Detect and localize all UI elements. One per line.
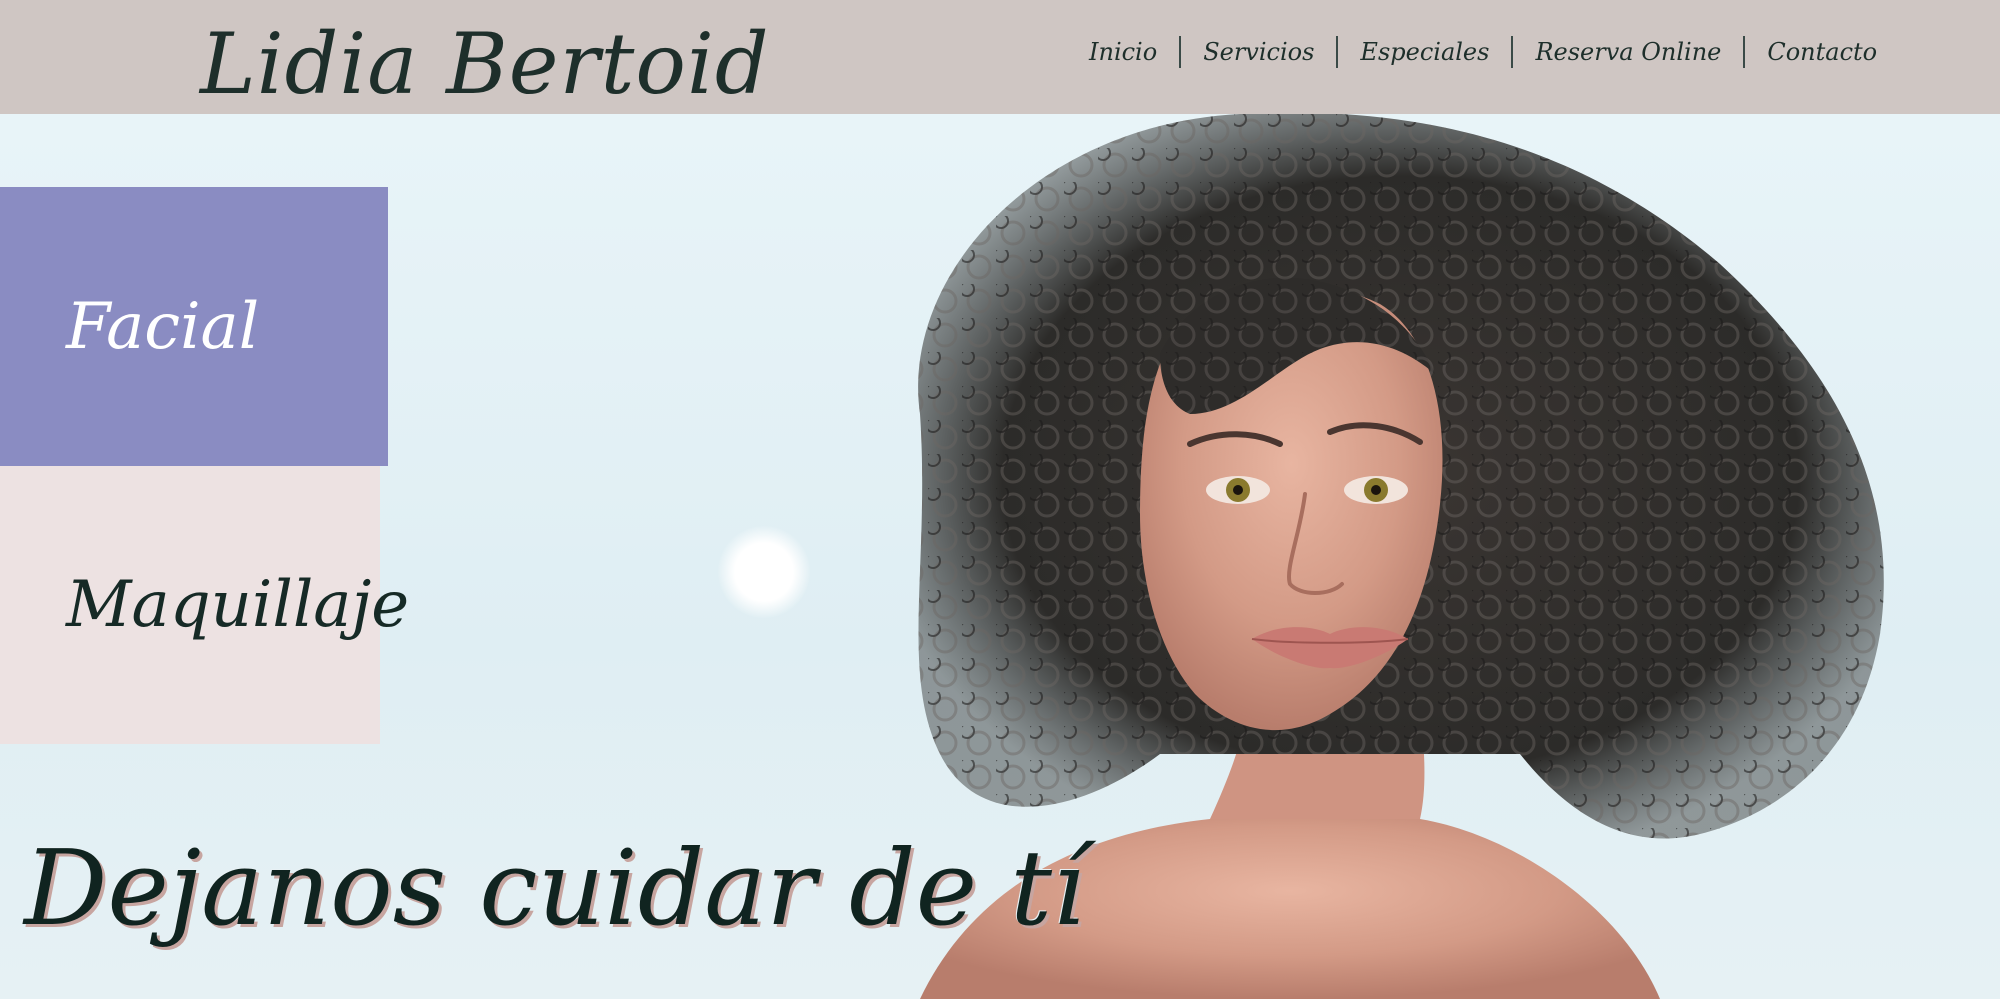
nav-separator [1511,36,1514,68]
nav-separator [1179,36,1182,68]
brand-logo[interactable]: Lidia Bertoid [200,22,770,106]
category-tile-facial[interactable]: Facial [0,187,388,466]
top-header: Lidia Bertoid Inicio Servicios Especiale… [0,0,2000,114]
nav-servicios[interactable]: Servicios [1199,38,1318,66]
nav-separator [1743,36,1746,68]
hero-tagline: Dejanos cuidar de tí [24,827,1086,949]
light-glow [718,526,810,618]
nav-separator [1336,36,1339,68]
nav-reserva-online[interactable]: Reserva Online [1531,38,1725,66]
hero-banner: Facial Maquillaje Dejanos cuidar de tí [0,114,2000,999]
main-nav: Inicio Servicios Especiales Reserva Onli… [1085,28,1881,76]
facial-label: Facial [66,289,260,364]
nav-inicio[interactable]: Inicio [1085,38,1161,66]
nav-especiales[interactable]: Especiales [1356,38,1493,66]
maquillaje-label: Maquillaje [66,568,410,642]
nav-contacto[interactable]: Contacto [1763,38,1881,66]
category-tile-maquillaje[interactable]: Maquillaje [0,466,409,744]
